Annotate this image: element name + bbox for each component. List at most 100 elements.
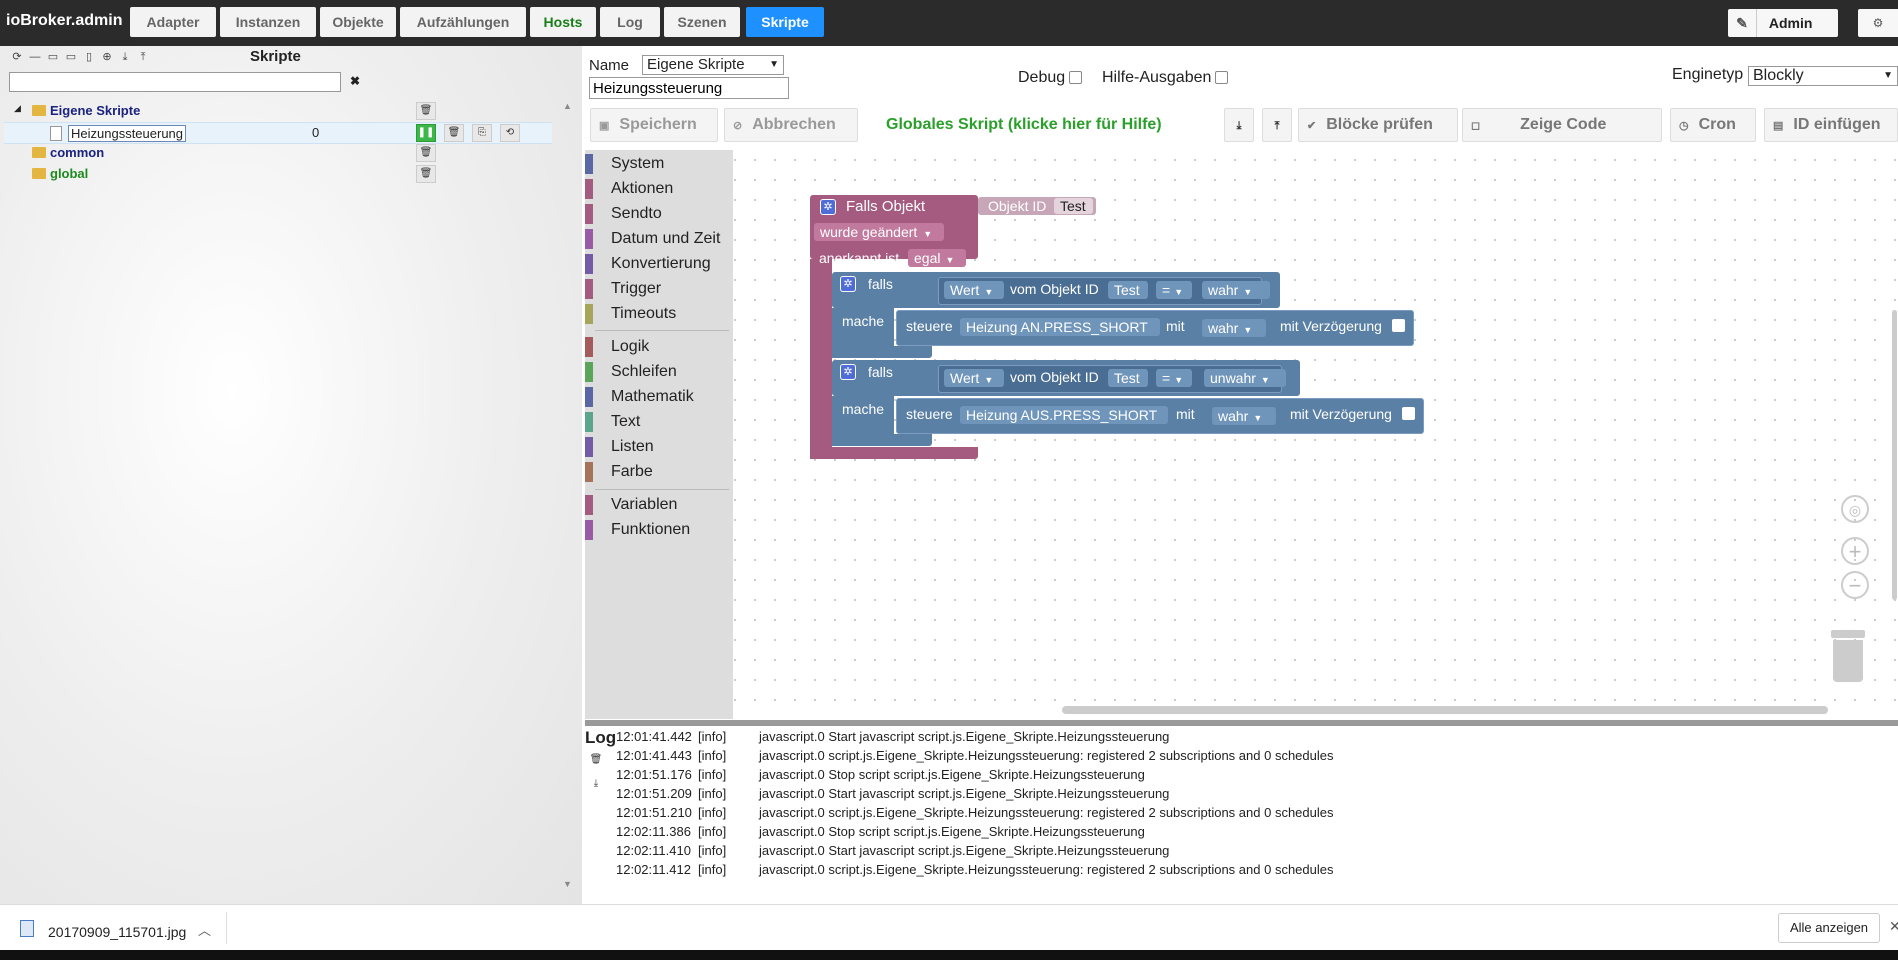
cron-button[interactable]: ◷ Cron bbox=[1670, 108, 1756, 142]
recenter-icon[interactable]: ◎ bbox=[1841, 495, 1869, 523]
folder-add-icon[interactable]: ▭ bbox=[44, 50, 62, 63]
value-type-dropdown[interactable]: Wert ▼ bbox=[944, 281, 1004, 299]
folder-open-icon[interactable]: ▭ bbox=[62, 50, 80, 63]
tab-hosts[interactable]: Hosts bbox=[530, 7, 596, 37]
collapse-icon[interactable]: — bbox=[26, 51, 44, 63]
operator-dropdown[interactable]: = ▼ bbox=[1156, 369, 1192, 387]
set-value-dropdown[interactable]: wahr ▼ bbox=[1202, 319, 1266, 337]
export-button[interactable]: ⤒ bbox=[1262, 108, 1292, 142]
gear-icon[interactable]: ✲ bbox=[840, 364, 856, 380]
close-icon[interactable]: ✕ bbox=[1889, 918, 1898, 935]
target-object-field[interactable]: Heizung AN.PRESS_SHORT bbox=[960, 318, 1160, 336]
debug-option[interactable]: Debug bbox=[1018, 69, 1083, 87]
set-value-dropdown[interactable]: wahr ▼ bbox=[1212, 407, 1276, 425]
delete-icon[interactable]: 🗑 bbox=[416, 165, 436, 183]
hilfe-checkbox[interactable] bbox=[1215, 71, 1229, 85]
expand-arrow-icon[interactable]: ◢ bbox=[14, 103, 21, 114]
export-icon[interactable]: ⤒ bbox=[134, 51, 152, 64]
show-code-button[interactable]: ◻ Zeige Code bbox=[1462, 108, 1662, 142]
workspace-vertical-scrollbar[interactable] bbox=[1892, 310, 1897, 600]
workspace-horizontal-scrollbar[interactable] bbox=[1062, 706, 1828, 714]
tree-folder-global[interactable]: global 🗑 bbox=[4, 164, 552, 184]
delete-icon[interactable]: 🗑 bbox=[416, 144, 436, 162]
tab-log[interactable]: Log bbox=[600, 7, 660, 37]
tab-aufzaehlungen[interactable]: Aufzählungen bbox=[400, 7, 526, 37]
trigger-condition-dropdown[interactable]: wurde geändert ▼ bbox=[814, 223, 944, 241]
tab-skripte[interactable]: Skripte bbox=[746, 7, 824, 37]
category-timeouts[interactable]: Timeouts bbox=[585, 304, 676, 324]
gear-icon[interactable]: ✲ bbox=[840, 276, 856, 292]
tab-instanzen[interactable]: Instanzen bbox=[220, 7, 316, 37]
blockly-workspace[interactable] bbox=[585, 150, 1898, 719]
category-color-marker bbox=[585, 337, 593, 357]
scroll-down-icon[interactable]: ▼ bbox=[563, 879, 572, 889]
category-schleifen[interactable]: Schleifen bbox=[585, 362, 677, 382]
target-object-field[interactable]: Heizung AUS.PRESS_SHORT bbox=[960, 406, 1168, 424]
category-variablen[interactable]: Variablen bbox=[585, 495, 677, 515]
object-id-value[interactable]: Test bbox=[1108, 281, 1148, 299]
clear-filter-icon[interactable]: ✖ bbox=[350, 74, 360, 88]
delay-checkbox[interactable] bbox=[1392, 319, 1405, 332]
debug-checkbox[interactable] bbox=[1069, 71, 1083, 85]
restart-icon[interactable]: ⟲ bbox=[500, 124, 520, 142]
new-script-icon[interactable]: ▯ bbox=[80, 50, 98, 63]
value-type-dropdown[interactable]: Wert ▼ bbox=[944, 369, 1004, 387]
delay-checkbox[interactable] bbox=[1402, 407, 1415, 420]
copy-icon[interactable]: ⎘ bbox=[472, 124, 492, 142]
folder-select[interactable]: Eigene Skripte ▼ bbox=[642, 55, 784, 75]
insert-id-button[interactable]: ▤ ID einfügen bbox=[1764, 108, 1898, 142]
category-sendto[interactable]: Sendto bbox=[585, 204, 662, 224]
refresh-icon[interactable]: ⟳ bbox=[8, 50, 26, 63]
gear-icon[interactable]: ✲ bbox=[820, 199, 836, 215]
pause-button[interactable]: ❚❚ bbox=[416, 124, 436, 142]
category-logik[interactable]: Logik bbox=[585, 337, 649, 357]
object-id-value[interactable]: Test bbox=[1108, 369, 1148, 387]
download-log-icon[interactable]: ⤓ bbox=[586, 776, 606, 794]
category-text[interactable]: Text bbox=[585, 412, 640, 432]
engine-select[interactable]: Blockly ▼ bbox=[1748, 66, 1898, 86]
tree-folder-eigene-skripte[interactable]: ◢ Eigene Skripte 🗑 bbox=[4, 101, 552, 121]
tab-objekte[interactable]: Objekte bbox=[320, 7, 396, 37]
download-item[interactable]: 20170909_115701.jpg bbox=[48, 924, 186, 940]
settings-button[interactable]: ⚙ bbox=[1858, 9, 1898, 37]
category-farbe[interactable]: Farbe bbox=[585, 462, 653, 482]
check-blocks-button[interactable]: ✔ Blöcke prüfen bbox=[1298, 108, 1458, 142]
object-id-value[interactable]: Test bbox=[1054, 198, 1093, 214]
import-icon[interactable]: ⤓ bbox=[116, 51, 134, 64]
add-icon[interactable]: ⊕ bbox=[98, 50, 116, 63]
category-mathematik[interactable]: Mathematik bbox=[585, 387, 694, 407]
category-konvertierung[interactable]: Konvertierung bbox=[585, 254, 711, 274]
category-datum-und-zeit[interactable]: Datum und Zeit bbox=[585, 229, 720, 249]
ack-dropdown[interactable]: egal ▼ bbox=[908, 249, 966, 267]
chevron-up-icon[interactable]: ︿ bbox=[198, 920, 211, 939]
compare-value-dropdown[interactable]: unwahr ▼ bbox=[1204, 369, 1286, 387]
tree-folder-common[interactable]: common 🗑 bbox=[4, 143, 552, 163]
zoom-out-icon[interactable]: − bbox=[1841, 571, 1869, 599]
tab-szenen[interactable]: Szenen bbox=[664, 7, 740, 37]
scroll-up-icon[interactable]: ▲ bbox=[563, 101, 572, 111]
admin-user-button[interactable]: ✎ Admin bbox=[1728, 9, 1838, 37]
operator-dropdown[interactable]: = ▼ bbox=[1156, 281, 1192, 299]
delete-icon[interactable]: 🗑 bbox=[444, 124, 464, 142]
delete-icon[interactable]: 🗑 bbox=[416, 102, 436, 120]
clear-log-icon[interactable]: 🗑 bbox=[586, 752, 606, 770]
category-color-marker bbox=[585, 254, 593, 274]
import-button[interactable]: ⤓ bbox=[1224, 108, 1254, 142]
script-name-input[interactable] bbox=[589, 77, 789, 99]
tree-script-heizungssteuerung[interactable]: Heizungssteuerung 0 ❚❚ 🗑 ⎘ ⟲ bbox=[4, 122, 552, 144]
cancel-button[interactable]: ⊘ Abbrechen bbox=[724, 108, 858, 142]
global-script-help-link[interactable]: Globales Skript (klicke hier für Hilfe) bbox=[886, 116, 1162, 134]
category-trigger[interactable]: Trigger bbox=[585, 279, 661, 299]
compare-value-dropdown[interactable]: wahr ▼ bbox=[1202, 281, 1270, 299]
zoom-in-icon[interactable]: + bbox=[1841, 537, 1869, 565]
category-listen[interactable]: Listen bbox=[585, 437, 654, 457]
show-all-downloads-button[interactable]: Alle anzeigen bbox=[1778, 913, 1880, 943]
save-button[interactable]: ▣ Speichern bbox=[590, 108, 718, 142]
tree-filter-input[interactable] bbox=[9, 72, 341, 92]
hilfe-option[interactable]: Hilfe-Ausgaben bbox=[1102, 69, 1229, 87]
category-system[interactable]: System bbox=[585, 154, 664, 174]
category-funktionen[interactable]: Funktionen bbox=[585, 520, 690, 540]
trash-icon[interactable] bbox=[1829, 630, 1867, 682]
category-aktionen[interactable]: Aktionen bbox=[585, 179, 673, 199]
tab-adapter[interactable]: Adapter bbox=[130, 7, 216, 37]
